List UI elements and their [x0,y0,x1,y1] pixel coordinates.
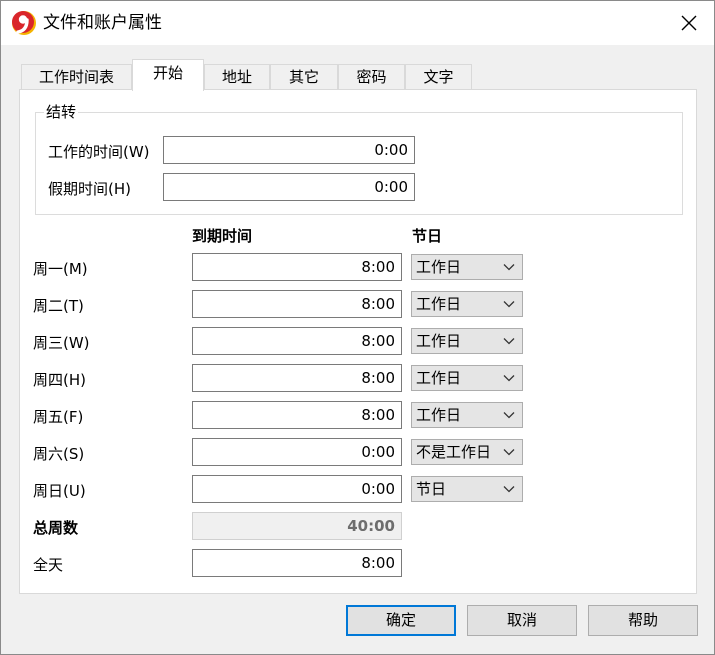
title-bar: 文件和账户属性 [1,1,714,45]
day-label-sunday: 周日(U) [33,482,86,500]
day-type-select-tuesday[interactable]: 工作日 [411,291,523,317]
weekly-total-field: 40:00 [192,512,402,540]
carryover-group: 结转 工作的时间(W) 0:00 假期时间(H) 0:00 [35,101,683,215]
help-button[interactable]: 帮助 [588,605,698,636]
window-title: 文件和账户属性 [43,13,162,33]
tab-work-schedule[interactable]: 工作时间表 [21,64,132,90]
chevron-down-icon [503,375,515,382]
day-type-select-thursday[interactable]: 工作日 [411,365,523,391]
due-time-field-tuesday[interactable]: 8:00 [192,290,402,318]
day-type-select-friday[interactable]: 工作日 [411,402,523,428]
carryover-group-title: 结转 [44,101,79,123]
day-type-value-wednesday: 工作日 [416,332,462,350]
day-label-monday: 周一(M) [33,260,88,278]
holiday-time-field[interactable]: 0:00 [163,173,415,201]
day-type-value-friday: 工作日 [416,406,462,424]
tab-password[interactable]: 密码 [338,64,405,90]
work-time-label: 工作的时间(W) [48,143,150,161]
day-type-select-sunday[interactable]: 节日 [411,476,523,502]
day-type-select-saturday[interactable]: 不是工作日 [411,439,523,465]
due-time-header: 到期时间 [192,227,253,245]
due-time-field-wednesday[interactable]: 8:00 [192,327,402,355]
chevron-down-icon [503,412,515,419]
weekly-total-label: 总周数 [33,519,79,537]
holiday-header: 节日 [412,227,443,245]
day-type-value-monday: 工作日 [416,258,462,276]
tab-address[interactable]: 地址 [204,64,270,90]
tab-start[interactable]: 开始 [132,59,204,91]
day-label-wednesday: 周三(W) [33,334,90,352]
tab-other[interactable]: 其它 [270,64,338,90]
full-day-field[interactable]: 8:00 [192,549,402,577]
close-button[interactable] [676,11,702,35]
day-label-thursday: 周四(H) [33,371,86,389]
day-type-select-monday[interactable]: 工作日 [411,254,523,280]
work-time-field[interactable]: 0:00 [163,136,415,164]
tab-panel-start: 结转 工作的时间(W) 0:00 假期时间(H) 0:00 到期时间 节日 周一… [19,89,697,594]
due-time-field-thursday[interactable]: 8:00 [192,364,402,392]
day-type-value-sunday: 节日 [416,480,447,498]
chevron-down-icon [503,301,515,308]
full-day-label: 全天 [33,556,64,574]
app-logo-icon [12,11,36,35]
chevron-down-icon [503,449,515,456]
day-type-value-saturday: 不是工作日 [416,443,492,461]
properties-dialog: 文件和账户属性 工作时间表 开始 地址 其它 密码 文字 结转 工作的时间(W)… [0,0,715,655]
day-label-saturday: 周六(S) [33,445,85,463]
chevron-down-icon [503,264,515,271]
day-label-tuesday: 周二(T) [33,297,84,315]
cancel-button[interactable]: 取消 [467,605,577,636]
day-label-friday: 周五(F) [33,408,84,426]
due-time-field-friday[interactable]: 8:00 [192,401,402,429]
due-time-field-monday[interactable]: 8:00 [192,253,402,281]
chevron-down-icon [503,338,515,345]
chevron-down-icon [503,486,515,493]
ok-button[interactable]: 确定 [346,605,456,636]
day-type-value-thursday: 工作日 [416,369,462,387]
close-icon [681,15,697,31]
day-type-select-wednesday[interactable]: 工作日 [411,328,523,354]
tab-text[interactable]: 文字 [405,64,472,90]
due-time-field-saturday[interactable]: 0:00 [192,438,402,466]
day-type-value-tuesday: 工作日 [416,295,462,313]
due-time-field-sunday[interactable]: 0:00 [192,475,402,503]
holiday-time-label: 假期时间(H) [48,180,131,198]
